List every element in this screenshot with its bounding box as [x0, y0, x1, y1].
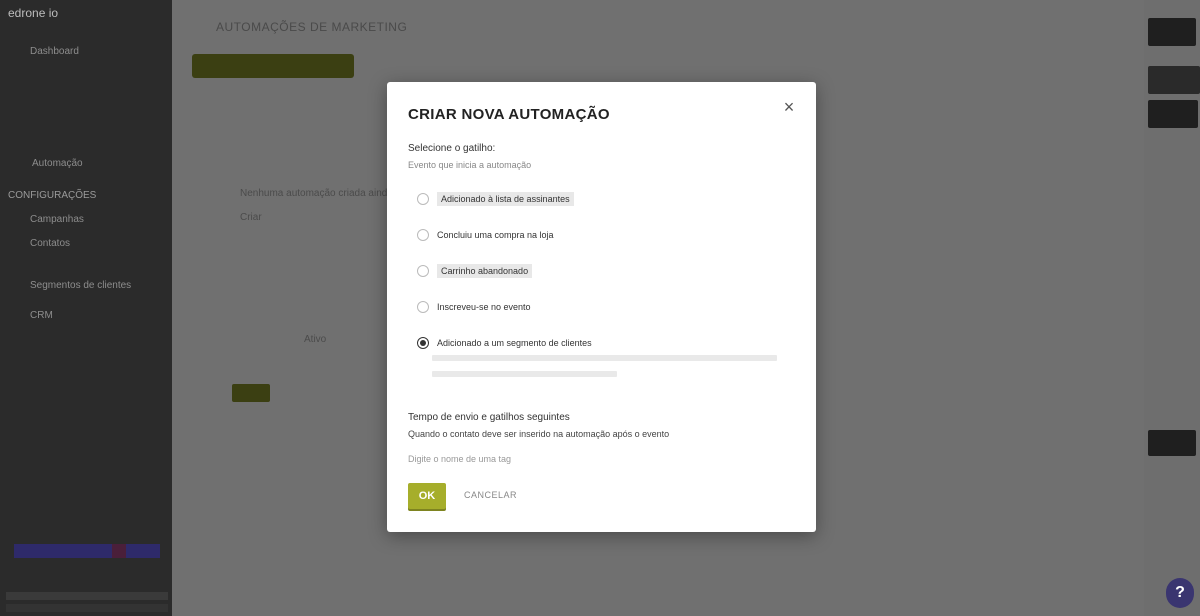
- create-automation-modal: CRIAR NOVA AUTOMAÇÃO × Selecione o gatil…: [387, 82, 816, 532]
- tags-section-label: Tempo de envio e gatilhos seguintes: [408, 412, 570, 423]
- sidebar-item-contacts[interactable]: Contatos: [30, 238, 70, 249]
- segment-select-placeholder: [432, 355, 777, 387]
- empty-state-text: Nenhuma automação criada ainda: [240, 188, 393, 199]
- upgrade-banner-accent: [112, 544, 126, 558]
- tags-input[interactable]: Digite o nome de uma tag: [408, 454, 511, 464]
- create-automation-button[interactable]: [192, 54, 354, 78]
- radio-button[interactable]: [417, 229, 429, 241]
- sidebar-footer: [6, 592, 168, 600]
- trigger-option-abandoned-cart[interactable]: Carrinho abandonado: [417, 262, 533, 280]
- option-label: Adicionado à lista de assinantes: [437, 192, 574, 206]
- sidebar: edrone io Dashboard Automação CONFIGURAÇ…: [0, 0, 172, 616]
- ok-button[interactable]: OK: [408, 483, 446, 509]
- status-text: Ativo: [304, 334, 327, 345]
- create-link[interactable]: Criar: [240, 212, 262, 223]
- sidebar-item-crm[interactable]: CRM: [30, 310, 53, 321]
- sidebar-footer-user[interactable]: [6, 604, 168, 612]
- toolbar-button-3[interactable]: [1148, 100, 1198, 128]
- trigger-option-purchase[interactable]: Concluiu uma compra na loja: [417, 226, 554, 244]
- app-logo: edrone io: [8, 6, 59, 20]
- toolbar-button-1[interactable]: [1148, 18, 1196, 46]
- help-button[interactable]: ?: [1166, 578, 1194, 608]
- right-toolbar: [1144, 0, 1200, 616]
- option-label: Concluiu uma compra na loja: [437, 230, 554, 240]
- option-label: Inscreveu-se no evento: [437, 302, 531, 312]
- trigger-option-subscribed[interactable]: Adicionado à lista de assinantes: [417, 190, 574, 208]
- toolbar-button-2[interactable]: [1148, 66, 1200, 94]
- radio-button-checked[interactable]: [417, 337, 429, 349]
- toolbar-button-4[interactable]: [1148, 430, 1196, 456]
- upgrade-banner[interactable]: [14, 544, 160, 558]
- sidebar-item-campaigns[interactable]: Campanhas: [30, 214, 84, 225]
- radio-button[interactable]: [417, 193, 429, 205]
- radio-button[interactable]: [417, 265, 429, 277]
- tags-description: Quando o contato deve ser inserido na au…: [408, 429, 670, 439]
- modal-title: CRIAR NOVA AUTOMAÇÃO: [408, 106, 610, 123]
- action-button[interactable]: [232, 384, 270, 402]
- trigger-help-text: Evento que inicia a automação: [408, 160, 532, 170]
- sidebar-item-automation[interactable]: Automação: [32, 158, 83, 169]
- page-title: AUTOMAÇÕES DE MARKETING: [216, 20, 408, 34]
- trigger-option-event[interactable]: Inscreveu-se no evento: [417, 298, 531, 316]
- trigger-option-segment[interactable]: Adicionado a um segmento de clientes: [417, 334, 592, 352]
- sidebar-item-segments[interactable]: Segmentos de clientes: [30, 280, 131, 291]
- close-icon[interactable]: ×: [780, 98, 798, 116]
- sidebar-section-settings: CONFIGURAÇÕES: [8, 190, 97, 201]
- cancel-button[interactable]: CANCELAR: [464, 490, 517, 500]
- option-label: Adicionado a um segmento de clientes: [437, 338, 592, 348]
- option-label: Carrinho abandonado: [437, 264, 533, 278]
- trigger-label: Selecione o gatilho:: [408, 143, 496, 154]
- radio-button[interactable]: [417, 301, 429, 313]
- sidebar-item-dashboard[interactable]: Dashboard: [30, 46, 79, 57]
